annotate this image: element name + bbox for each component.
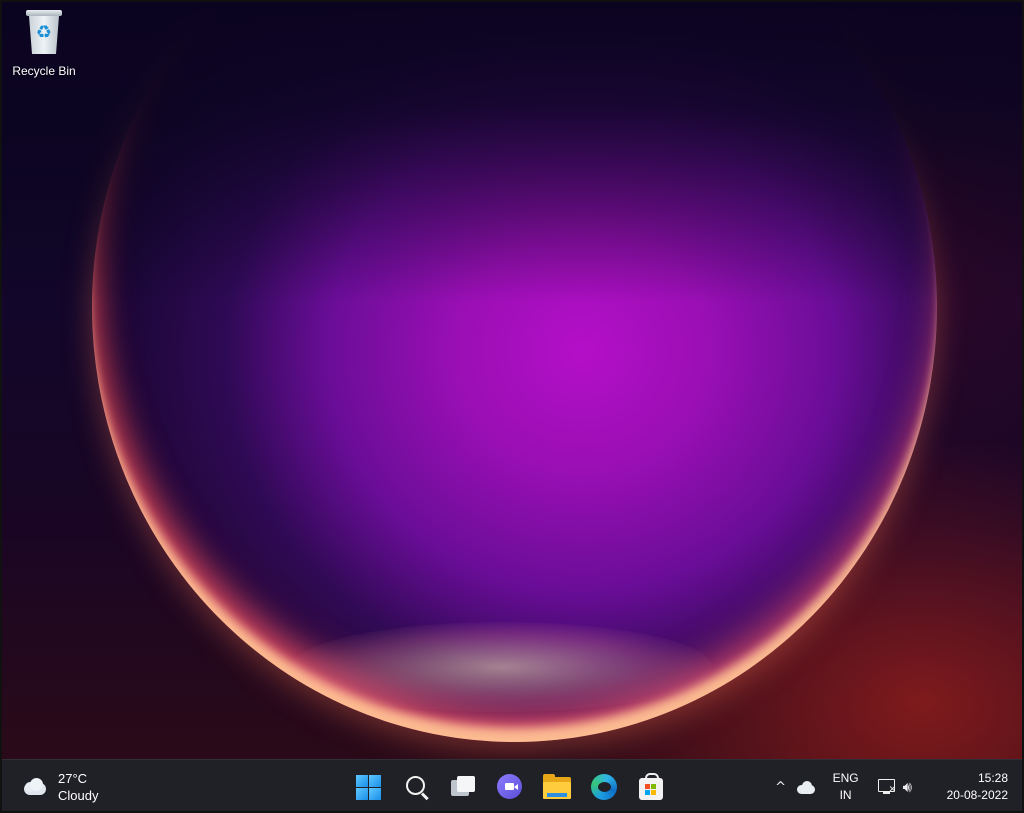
clock[interactable]: 15:28 20-08-2022: [947, 770, 1008, 804]
weather-condition: Cloudy: [58, 788, 99, 803]
edge-button[interactable]: [585, 768, 623, 806]
volume-icon[interactable]: 🔊︎: [903, 778, 925, 796]
system-tray: ^ ENG IN ✕ 🔊︎ 15:28 20-08-2022: [771, 760, 1022, 811]
task-view-button[interactable]: [444, 768, 482, 806]
chat-button[interactable]: [491, 768, 529, 806]
network-icon[interactable]: ✕: [877, 778, 897, 796]
weather-widget[interactable]: 27°C Cloudy: [20, 769, 98, 805]
file-explorer-button[interactable]: [538, 768, 576, 806]
taskbar-pinned-apps: [350, 768, 670, 806]
show-hidden-icons-button[interactable]: ^: [771, 780, 791, 795]
start-button[interactable]: [350, 768, 388, 806]
weather-temperature: 27°C: [58, 771, 88, 786]
search-button[interactable]: [397, 768, 435, 806]
cloud-icon: [20, 777, 50, 797]
wallpaper: [2, 2, 1022, 759]
store-button[interactable]: [632, 768, 670, 806]
language-indicator[interactable]: ENG IN: [833, 770, 859, 804]
onedrive-icon[interactable]: [795, 779, 819, 795]
recycle-bin-icon: ♻: [24, 8, 64, 58]
clock-date: 20-08-2022: [946, 788, 1008, 802]
windows-logo-icon: [356, 775, 381, 800]
clock-time: 15:28: [977, 771, 1008, 785]
desktop-icon-label: Recycle Bin: [12, 64, 76, 78]
taskbar: 27°C Cloudy ^ ENG IN ✕ 🔊︎ 15:28 20-08-20…: [2, 759, 1022, 811]
desktop-icon-recycle-bin[interactable]: ♻ Recycle Bin: [8, 8, 80, 78]
desktop-screen: ♻ Recycle Bin 27°C Cloudy ^ ENG IN ✕ 🔊︎ …: [0, 0, 1024, 813]
